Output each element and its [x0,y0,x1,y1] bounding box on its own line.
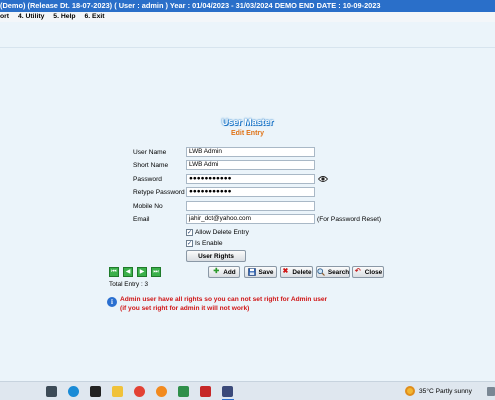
save-button[interactable]: Save [244,266,277,278]
weather-widget[interactable]: 35°C Partly sunny [405,386,472,396]
email-field[interactable]: jahir_dct@yahoo.com [186,214,315,224]
prev-record-button[interactable]: ◀ [123,267,133,277]
retype-password-label: Retype Password [133,189,185,196]
is-enable-label: Is Enable [195,240,223,247]
email-label: Email [133,216,150,223]
menu-item-help[interactable]: 5. Help [53,13,75,20]
next-record-button[interactable]: ▶ [137,267,147,277]
user-rights-button[interactable]: User Rights [186,250,246,262]
checkbox-check-icon: ✓ [186,240,193,247]
password-label: Password [133,176,162,183]
user-name-label: User Name [133,149,167,156]
weather-sun-icon [405,386,415,396]
undo-arrow-icon: ↶ [354,268,361,275]
weather-desc: Partly sunny [435,387,472,395]
warning-line-2: (if you set right for admin it will not … [120,305,250,312]
menu-bar: ort 4. Utility 5. Help 6. Exit [0,12,495,22]
chrome-icon[interactable] [134,386,145,397]
system-tray-icon[interactable] [487,387,495,396]
email-note: (For Password Reset) [317,216,382,223]
checkbox-check-icon: ✓ [186,229,193,236]
weather-temp: 35°C [419,387,434,395]
close-label: Close [364,268,383,276]
first-record-button[interactable]: ⏮ [109,267,119,277]
menu-item-utility[interactable]: 4. Utility [18,13,44,20]
form-title: User Master [221,117,274,127]
window-title: (Demo) (Release Dt. 18-07-2023) ( User :… [0,1,381,10]
mobile-no-label: Mobile No [133,203,163,210]
password-field[interactable]: ●●●●●●●●●●● [186,174,315,184]
window-title-bar: (Demo) (Release Dt. 18-07-2023) ( User :… [0,0,495,12]
x-icon: ✖ [282,268,289,275]
plus-icon: ✚ [213,268,220,275]
allow-delete-checkbox[interactable]: ✓ Allow Delete Entry [186,228,249,237]
menu-item-exit[interactable]: 6. Exit [84,13,104,20]
delete-label: Delete [292,268,312,276]
task-view-icon[interactable] [46,386,57,397]
search-button[interactable]: Search [316,266,350,278]
form-subtitle: Edit Entry [230,130,265,137]
floppy-icon [247,268,256,276]
mobile-no-field[interactable] [186,201,315,211]
menu-item-report[interactable]: ort [0,13,9,20]
user-name-field[interactable]: LWB Admin [186,147,315,157]
is-enable-checkbox[interactable]: ✓ Is Enable [186,239,223,248]
add-button[interactable]: ✚ Add [208,266,240,278]
warning-line-1: Admin user have all rights so you can no… [120,296,328,303]
magnifier-icon [317,268,325,276]
active-app-icon[interactable] [222,386,233,397]
last-record-button[interactable]: ⏭ [151,267,161,277]
short-name-field[interactable]: LWB Admi [186,160,315,170]
short-name-label: Short Name [133,162,169,169]
app-icon[interactable] [90,386,101,397]
info-icon: i [107,297,117,307]
header-divider [0,47,495,48]
close-button[interactable]: ↶ Close [352,266,384,278]
windows-taskbar: 35°C Partly sunny [0,381,495,400]
add-label: Add [223,268,236,276]
wps-icon[interactable] [200,386,211,397]
allow-delete-label: Allow Delete Entry [195,229,249,236]
save-label: Save [258,268,274,276]
delete-button[interactable]: ✖ Delete [280,266,313,278]
search-label: Search [327,268,350,276]
file-explorer-icon[interactable] [112,386,123,397]
total-entry-count: Total Entry : 3 [109,281,149,288]
eye-icon[interactable] [318,175,328,183]
firefox-icon[interactable] [156,386,167,397]
retype-password-field[interactable]: ●●●●●●●●●●● [186,187,315,197]
user-rights-label: User Rights [198,252,234,260]
spreadsheet-icon[interactable] [178,386,189,397]
edge-browser-icon[interactable] [68,386,79,397]
